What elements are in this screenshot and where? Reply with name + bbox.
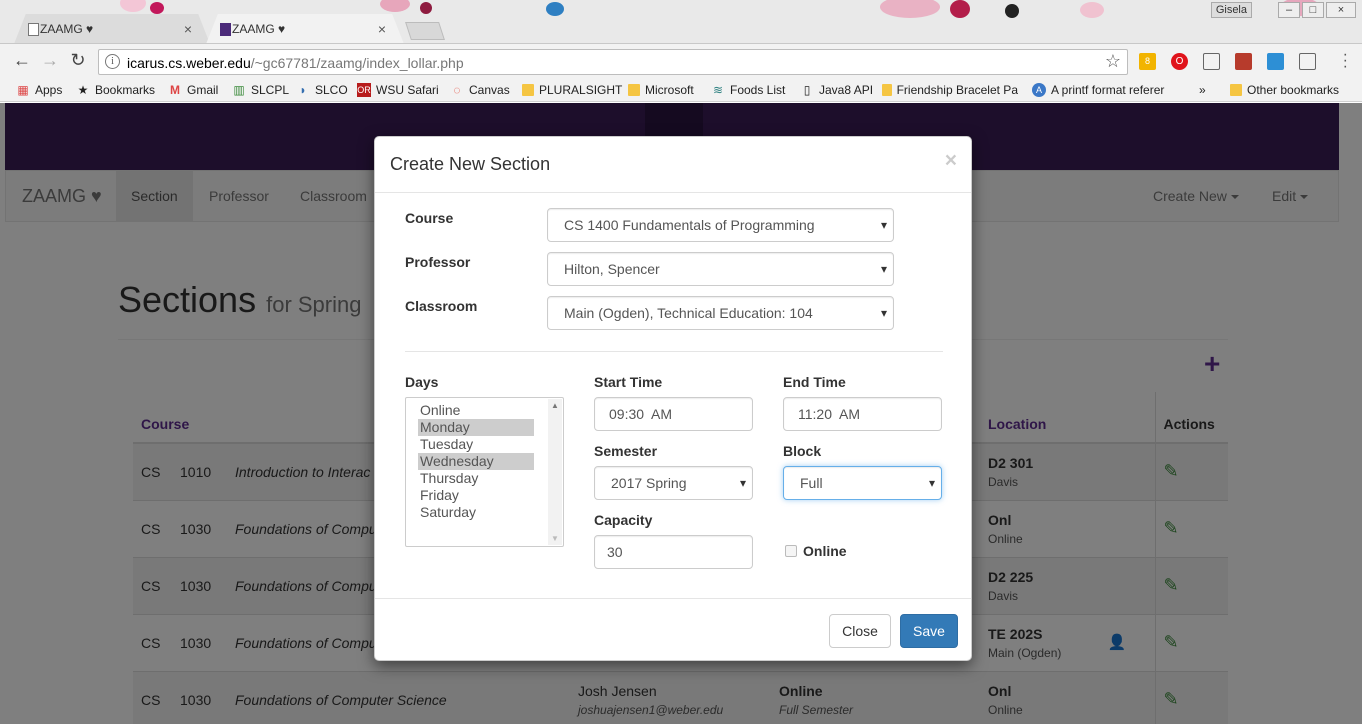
day-option-thursday[interactable]: Thursday bbox=[418, 470, 534, 487]
bookmark-friendship-bracelet[interactable]: Friendship Bracelet Pa bbox=[882, 82, 1018, 98]
capacity-label: Capacity bbox=[594, 512, 653, 528]
folder-icon bbox=[522, 84, 534, 96]
opera-icon[interactable]: O bbox=[1171, 53, 1188, 70]
modal-title: Create New Section bbox=[390, 154, 551, 174]
bookmark-pluralsight[interactable]: PLURALSIGHT bbox=[522, 82, 622, 98]
gmail-icon: M bbox=[170, 83, 180, 97]
globe-icon: A bbox=[1032, 83, 1046, 97]
safari-icon: OR bbox=[357, 83, 371, 97]
course-select[interactable]: CS 1400 Fundamentals of Programming bbox=[547, 208, 894, 242]
url-text: icarus.cs.weber.edu/~gc67781/zaamg/index… bbox=[127, 55, 464, 71]
tab-zaamg-2[interactable]: ZAAMG ♥ × bbox=[206, 14, 404, 43]
capacity-input[interactable]: 30 bbox=[594, 535, 753, 569]
professor-select[interactable]: Hilton, Spencer bbox=[547, 252, 894, 286]
page-icon: ▯ bbox=[803, 83, 811, 97]
course-label: Course bbox=[405, 210, 454, 226]
bookmark-star-icon[interactable]: ☆ bbox=[1105, 51, 1121, 72]
days-label: Days bbox=[405, 374, 439, 390]
days-multiselect[interactable]: Online Monday Tuesday Wednesday Thursday… bbox=[405, 397, 564, 547]
day-option-friday[interactable]: Friday bbox=[418, 487, 534, 504]
semester-select[interactable]: 2017 Spring bbox=[594, 466, 753, 500]
start-time-input[interactable]: 09:30 AM bbox=[594, 397, 753, 431]
browser-toolbar: ← → ↻ i icarus.cs.weber.edu/~gc67781/zaa… bbox=[0, 44, 1362, 78]
day-option-online[interactable]: Online bbox=[418, 402, 534, 419]
day-option-wednesday[interactable]: Wednesday bbox=[418, 453, 534, 470]
bookmark-apps[interactable]: ▦ Apps bbox=[16, 82, 62, 98]
screenshot-icon[interactable] bbox=[1267, 53, 1284, 70]
bookmark-slcpl[interactable]: ▥ SLCPL bbox=[232, 82, 289, 98]
page-viewport: ZAAMG ♥ Section Professor Classroom Crea… bbox=[0, 103, 1362, 724]
professor-label: Professor bbox=[405, 254, 471, 270]
online-checkbox[interactable] bbox=[785, 545, 797, 557]
maximize-button[interactable]: □ bbox=[1302, 2, 1324, 18]
block-label: Block bbox=[783, 443, 822, 459]
close-tab-icon[interactable]: × bbox=[378, 14, 386, 43]
new-tab-button[interactable] bbox=[405, 22, 445, 40]
bookmark-gmail[interactable]: M Gmail bbox=[168, 82, 218, 98]
folder-icon bbox=[628, 84, 640, 96]
end-time-input[interactable]: 11:20 AM bbox=[783, 397, 942, 431]
close-icon[interactable]: × bbox=[945, 149, 957, 173]
scroll-up-arrow-icon[interactable]: ▲ bbox=[551, 401, 559, 410]
tab-zaamg-1[interactable]: ZAAMG ♥ × bbox=[14, 14, 210, 43]
divider bbox=[405, 351, 943, 352]
star-icon: ★ bbox=[77, 83, 89, 97]
folder-icon bbox=[882, 84, 892, 96]
forward-arrow-icon[interactable]: → bbox=[38, 50, 62, 72]
bookmark-other-bookmarks[interactable]: Other bookmarks bbox=[1230, 82, 1339, 98]
car-icon[interactable] bbox=[1299, 53, 1316, 70]
bookmark-printf-reference[interactable]: AA printf format referer bbox=[1032, 82, 1172, 98]
bookmark-microsoft[interactable]: Microsoft bbox=[628, 82, 694, 98]
end-time-label: End Time bbox=[783, 374, 846, 390]
day-option-saturday[interactable]: Saturday bbox=[418, 504, 534, 521]
tab-title: ZAAMG ♥ bbox=[232, 22, 286, 36]
day-option-monday[interactable]: Monday bbox=[418, 419, 534, 436]
page-icon bbox=[28, 23, 39, 36]
profile-button[interactable]: Gisela bbox=[1210, 2, 1252, 18]
block-select[interactable]: Full bbox=[783, 466, 942, 500]
weber-icon bbox=[220, 23, 231, 36]
bookmarks-bar: ▦ Apps ★ Bookmarks M Gmail ▥ SLCPL ◗ SLCO OR W… bbox=[0, 78, 1362, 102]
address-bar[interactable]: i icarus.cs.weber.edu/~gc67781/zaamg/ind… bbox=[98, 49, 1128, 75]
create-section-modal: Create New Section × Course CS 1400 Fund… bbox=[374, 136, 972, 661]
slco-icon: ◗ bbox=[299, 83, 307, 97]
foods-icon: ≋ bbox=[712, 83, 724, 97]
pdf-icon[interactable] bbox=[1235, 53, 1252, 70]
bookmark-bookmarks[interactable]: ★ Bookmarks bbox=[76, 82, 155, 98]
minimize-button[interactable]: – bbox=[1278, 2, 1300, 18]
modal-footer: Close Save bbox=[375, 598, 971, 660]
bookmark-slco[interactable]: ◗ SLCO bbox=[296, 82, 347, 98]
canvas-icon: ◌ bbox=[453, 83, 461, 97]
modal-header: Create New Section × bbox=[375, 137, 971, 193]
reload-icon[interactable]: ↻ bbox=[66, 50, 90, 72]
apps-grid-icon: ▦ bbox=[17, 83, 29, 97]
info-icon[interactable]: i bbox=[105, 54, 120, 69]
day-option-tuesday[interactable]: Tuesday bbox=[418, 436, 534, 453]
online-label: Online bbox=[803, 543, 847, 559]
close-button[interactable]: Close bbox=[829, 614, 891, 648]
bookmarks-overflow-chevron[interactable]: » bbox=[1199, 82, 1206, 98]
folder-icon bbox=[1230, 84, 1242, 96]
save-button[interactable]: Save bbox=[900, 614, 958, 648]
slcpl-icon: ▥ bbox=[233, 83, 245, 97]
scrollbar[interactable]: ▲ ▼ bbox=[548, 399, 562, 545]
cast-icon[interactable] bbox=[1203, 53, 1220, 70]
close-window-button[interactable]: × bbox=[1326, 2, 1356, 18]
title-bar: ZAAMG ♥ × ZAAMG ♥ × Gisela – □ × bbox=[0, 0, 1362, 44]
classroom-select[interactable]: Main (Ogden), Technical Education: 104 bbox=[547, 296, 894, 330]
classroom-label: Classroom bbox=[405, 298, 478, 314]
semester-label: Semester bbox=[594, 443, 658, 459]
bookmark-java8-api[interactable]: ▯ Java8 API bbox=[800, 82, 873, 98]
chrome-menu-icon[interactable]: · · · bbox=[1343, 47, 1348, 75]
start-time-label: Start Time bbox=[594, 374, 663, 390]
scroll-down-arrow-icon[interactable]: ▼ bbox=[551, 534, 559, 543]
bookmark-foods-list[interactable]: ≋ Foods List bbox=[711, 82, 785, 98]
bookmark-wsu-safari[interactable]: OR WSU Safari bbox=[357, 82, 439, 98]
back-arrow-icon[interactable]: ← bbox=[10, 50, 34, 72]
extension-notes-icon[interactable]: 8 bbox=[1139, 53, 1156, 70]
close-tab-icon[interactable]: × bbox=[184, 14, 192, 43]
bookmark-canvas[interactable]: ◌ Canvas bbox=[450, 82, 509, 98]
tab-title: ZAAMG ♥ bbox=[40, 22, 94, 36]
